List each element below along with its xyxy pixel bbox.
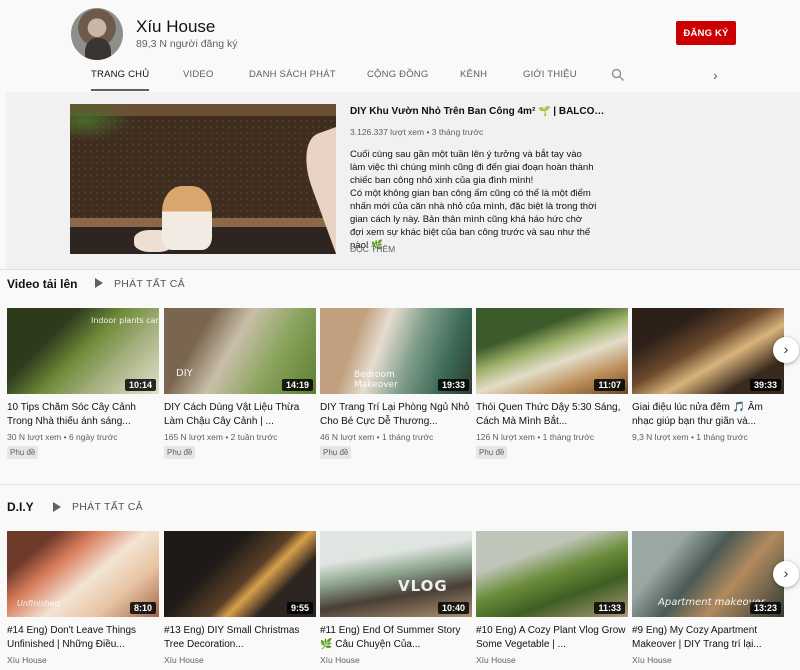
channel-avatar[interactable] xyxy=(71,8,123,60)
featured-video-title[interactable]: DIY Khu Vườn Nhỏ Trên Ban Công 4m² 🌱 | B… xyxy=(350,106,610,117)
video-title[interactable]: Giai điệu lúc nửa đêm 🎵 Âm nhạc giúp bạn… xyxy=(632,401,784,429)
subtitle-badge: Phụ đề xyxy=(320,446,352,459)
video-duration: 19:33 xyxy=(437,379,469,391)
video-title[interactable]: #11 Eng) End Of Summer Story 🌿 Câu Chuyệ… xyxy=(320,624,472,652)
thumbnail-caption: Apartment makeover xyxy=(658,597,765,608)
video-title[interactable]: #10 Eng) A Cozy Plant Vlog Grow Some Veg… xyxy=(476,624,628,652)
tab-community[interactable]: CỘNG ĐỒNG xyxy=(367,60,428,91)
description-text: Cuối cùng sau gần một tuần lên ý tưởng v… xyxy=(350,149,597,251)
tab-about[interactable]: GIỚI THIỆU xyxy=(523,60,577,91)
divider xyxy=(0,484,800,485)
video-meta: 30 N lượt xem • 6 ngày trước xyxy=(7,432,118,442)
video-channel[interactable]: Xíu House xyxy=(164,655,316,665)
video-channel[interactable]: Xíu House xyxy=(320,655,472,665)
video-duration: 10:14 xyxy=(124,379,156,391)
video-duration: 13:23 xyxy=(749,602,781,614)
video-card[interactable]: DIY 14:19 DIY Cách Dùng Vật Liệu Thừa Là… xyxy=(164,308,316,460)
tab-videos[interactable]: VIDEO xyxy=(183,60,214,91)
video-card[interactable]: Bedroom Makeover 19:33 DIY Trang Trí Lại… xyxy=(320,308,472,460)
video-duration: 11:07 xyxy=(594,379,625,391)
subscriber-count: 89,3 N người đăng ký xyxy=(136,38,238,50)
thumbnail-caption: DIY xyxy=(176,368,193,379)
play-icon[interactable] xyxy=(53,502,61,512)
featured-video-meta: 3.126.337 lượt xem • 3 tháng trước xyxy=(350,127,484,137)
video-duration: 14:19 xyxy=(281,379,313,391)
thumbnail-caption: Unfinished xyxy=(17,599,60,608)
subscribe-button[interactable]: ĐĂNG KÝ xyxy=(676,21,736,45)
video-duration: 11:33 xyxy=(594,602,625,614)
subtitle-badge: Phụ đề xyxy=(7,446,39,459)
video-card[interactable]: 9:55 #13 Eng) DIY Small Christmas Tree D… xyxy=(164,531,316,665)
play-all-button[interactable]: PHÁT TẤT CẢ xyxy=(72,501,143,513)
chevron-right-icon[interactable]: › xyxy=(713,67,727,83)
video-thumbnail[interactable]: 39:33 xyxy=(632,308,784,394)
divider xyxy=(0,269,800,270)
video-card[interactable]: Apartment makeover 13:23 #9 Eng) My Cozy… xyxy=(632,531,784,665)
play-all-button[interactable]: PHÁT TẤT CẢ xyxy=(114,278,185,290)
video-title[interactable]: 10 Tips Chăm Sóc Cây Cảnh Trong Nhà thiế… xyxy=(7,401,159,429)
tab-home[interactable]: TRANG CHỦ xyxy=(91,60,150,91)
video-thumbnail[interactable]: 11:07 xyxy=(476,308,628,394)
video-thumbnail[interactable]: Indoor plants care 10:14 xyxy=(7,308,159,394)
shelf-title-uploads[interactable]: Video tải lên xyxy=(7,277,77,291)
read-more-link[interactable]: ĐỌC THÊM xyxy=(350,244,395,254)
subtitle-badge: Phụ đề xyxy=(164,446,196,459)
video-thumbnail[interactable]: Unfinished 8:10 xyxy=(7,531,159,617)
subtitle-badge: Phụ đề xyxy=(476,446,508,459)
video-thumbnail[interactable]: Apartment makeover 13:23 xyxy=(632,531,784,617)
video-channel[interactable]: Xíu House xyxy=(7,655,159,665)
video-meta: 46 N lượt xem • 1 tháng trước xyxy=(320,432,434,442)
shelf-next-arrow-icon[interactable]: › xyxy=(773,337,799,363)
tab-playlists[interactable]: DANH SÁCH PHÁT xyxy=(249,60,336,91)
video-title[interactable]: Thói Quen Thức Dậy 5:30 Sáng, Cách Mà Mì… xyxy=(476,401,628,429)
video-duration: 10:40 xyxy=(437,602,469,614)
tab-channels[interactable]: KÊNH xyxy=(460,60,487,91)
video-title[interactable]: #14 Eng) Don't Leave Things Unfinished |… xyxy=(7,624,159,652)
video-duration: 8:10 xyxy=(129,602,156,614)
video-card[interactable]: Unfinished 8:10 #14 Eng) Don't Leave Thi… xyxy=(7,531,159,665)
thumbnail-caption: VLOG xyxy=(398,577,448,595)
video-card[interactable]: Indoor plants care 10:14 10 Tips Chăm Só… xyxy=(7,308,159,460)
video-meta: 126 N lượt xem • 1 tháng trước xyxy=(476,432,595,442)
video-duration: 9:55 xyxy=(286,602,313,614)
video-card[interactable]: VLOG 10:40 #11 Eng) End Of Summer Story … xyxy=(320,531,472,665)
video-card[interactable]: 11:33 #10 Eng) A Cozy Plant Vlog Grow So… xyxy=(476,531,628,665)
video-title[interactable]: DIY Trang Trí Lại Phòng Ngủ Nhỏ Cho Bé C… xyxy=(320,401,472,429)
video-thumbnail[interactable]: Bedroom Makeover 19:33 xyxy=(320,308,472,394)
video-title[interactable]: #13 Eng) DIY Small Christmas Tree Decora… xyxy=(164,624,316,652)
search-icon[interactable] xyxy=(611,68,625,82)
video-thumbnail[interactable]: DIY 14:19 xyxy=(164,308,316,394)
video-duration: 39:33 xyxy=(749,379,781,391)
video-meta: 165 N lượt xem • 2 tuần trước xyxy=(164,432,278,442)
video-channel[interactable]: Xíu House xyxy=(632,655,784,665)
shelf-title-diy[interactable]: D.I.Y xyxy=(7,500,34,514)
video-thumbnail[interactable]: 11:33 xyxy=(476,531,628,617)
video-meta: 9,3 N lượt xem • 1 tháng trước xyxy=(632,432,748,442)
video-title[interactable]: #9 Eng) My Cozy Apartment Makeover | DIY… xyxy=(632,624,784,652)
thumbnail-caption: Bedroom Makeover xyxy=(354,370,398,390)
featured-video-thumbnail[interactable] xyxy=(70,104,336,254)
video-title[interactable]: DIY Cách Dùng Vật Liệu Thừa Làm Chậu Cây… xyxy=(164,401,316,429)
channel-name[interactable]: Xíu House xyxy=(136,17,215,37)
channel-tabs: TRANG CHỦ VIDEO DANH SÁCH PHÁT CỘNG ĐỒNG… xyxy=(0,60,800,91)
featured-video-description: Cuối cùng sau gần một tuần lên ý tưởng v… xyxy=(350,148,598,252)
video-thumbnail[interactable]: VLOG 10:40 xyxy=(320,531,472,617)
video-channel[interactable]: Xíu House xyxy=(476,655,628,665)
thumbnail-caption: Indoor plants care xyxy=(91,316,159,325)
video-card[interactable]: 39:33 Giai điệu lúc nửa đêm 🎵 Âm nhạc gi… xyxy=(632,308,784,442)
play-icon[interactable] xyxy=(95,278,103,288)
channel-header: Xíu House 89,3 N người đăng ký ĐĂNG KÝ T… xyxy=(0,0,800,92)
shelf-next-arrow-icon[interactable]: › xyxy=(773,561,799,587)
video-card[interactable]: 11:07 Thói Quen Thức Dậy 5:30 Sáng, Cách… xyxy=(476,308,628,460)
video-thumbnail[interactable]: 9:55 xyxy=(164,531,316,617)
